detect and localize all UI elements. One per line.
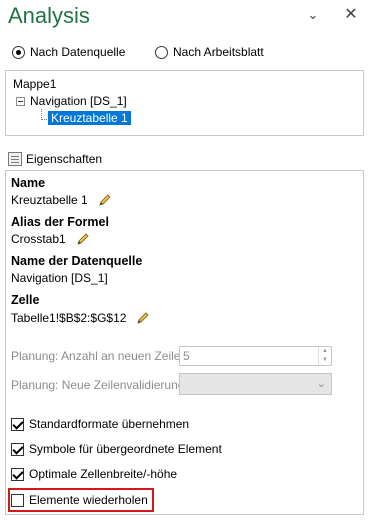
alias-value: Crosstab1 — [11, 232, 66, 246]
cell-label: Zelle — [11, 293, 40, 307]
radio-label-worksheet: Nach Arbeitsblatt — [173, 45, 264, 59]
alias-label: Alias der Formel — [11, 215, 109, 229]
planning-validation-dropdown[interactable]: ⌄ — [179, 373, 332, 395]
name-value: Kreuztabelle 1 — [11, 193, 88, 207]
checkbox-optimal-cell-size[interactable]: Optimale Zellenbreite/-höhe — [11, 465, 177, 483]
alias-row: Crosstab1 — [11, 232, 90, 246]
checkbox-parent-symbols-label: Symbole für übergeordnete Element — [29, 442, 222, 456]
datasource-name-label: Name der Datenquelle — [11, 254, 143, 268]
edit-cell-pencil-icon[interactable] — [136, 311, 150, 325]
edit-name-pencil-icon[interactable] — [98, 193, 112, 207]
chevron-down-icon[interactable]: ⌄ — [317, 377, 326, 390]
radio-indicator-datasource[interactable] — [12, 45, 25, 59]
name-row: Kreuztabelle 1 — [11, 193, 112, 207]
planning-new-rows-spinner[interactable]: 5 ▲ ▼ — [179, 346, 332, 366]
planning-validation-label: Planung: Neue Zeilenvalidierung — [11, 378, 185, 392]
checkbox-optimal-cell-size-label: Optimale Zellenbreite/-höhe — [29, 467, 178, 481]
checkbox-parent-symbols[interactable]: Symbole für übergeordnete Element — [11, 440, 222, 458]
spinner-arrows-icon[interactable]: ▲ ▼ — [318, 347, 331, 365]
planning-new-rows-value: 5 — [183, 349, 190, 363]
checkbox-standard-formats[interactable]: Standardformate übernehmen — [11, 415, 189, 433]
properties-icon — [8, 152, 22, 166]
properties-header: Eigenschaften — [8, 151, 102, 167]
tree-item-datasource[interactable]: Navigation [DS_1] — [30, 94, 127, 108]
task-pane-header: Analysis ⌄ ✕ — [0, 0, 370, 30]
close-pane-icon[interactable]: ✕ — [341, 5, 361, 25]
pane-options-dropdown-icon[interactable]: ⌄ — [303, 5, 323, 25]
planning-new-rows-label: Planung: Anzahl an neuen Zeilen — [11, 349, 188, 363]
pane-title: Analysis — [8, 3, 90, 28]
radio-indicator-worksheet[interactable] — [155, 45, 168, 59]
checkbox-standard-formats-box[interactable] — [11, 417, 24, 431]
cell-row: Tabelle1!$B$2:$G$12 — [11, 311, 150, 325]
datasource-name-value: Navigation [DS_1] — [11, 271, 108, 285]
tree-collapse-icon[interactable] — [16, 97, 25, 106]
tree-item-crosstab[interactable]: Kreuztabelle 1 — [48, 111, 131, 125]
checkbox-optimal-cell-size-box[interactable] — [11, 467, 24, 481]
tree-item-workbook[interactable]: Mappe1 — [13, 77, 56, 91]
radio-by-datasource[interactable]: Nach Datenquelle — [12, 43, 125, 61]
properties-panel: Name Kreuztabelle 1 Alias der Formel Cro… — [5, 170, 364, 515]
edit-alias-pencil-icon[interactable] — [76, 232, 90, 246]
component-tree: Mappe1 Navigation [DS_1] Kreuztabelle 1 — [5, 70, 364, 136]
radio-label-datasource: Nach Datenquelle — [30, 45, 126, 59]
checkbox-parent-symbols-box[interactable] — [11, 442, 24, 456]
radio-by-worksheet[interactable]: Nach Arbeitsblatt — [155, 43, 264, 61]
cell-value: Tabelle1!$B$2:$G$12 — [11, 311, 127, 325]
highlight-box — [8, 488, 154, 512]
checkbox-standard-formats-label: Standardformate übernehmen — [29, 417, 190, 431]
properties-title: Eigenschaften — [26, 152, 103, 166]
name-label: Name — [11, 176, 46, 190]
